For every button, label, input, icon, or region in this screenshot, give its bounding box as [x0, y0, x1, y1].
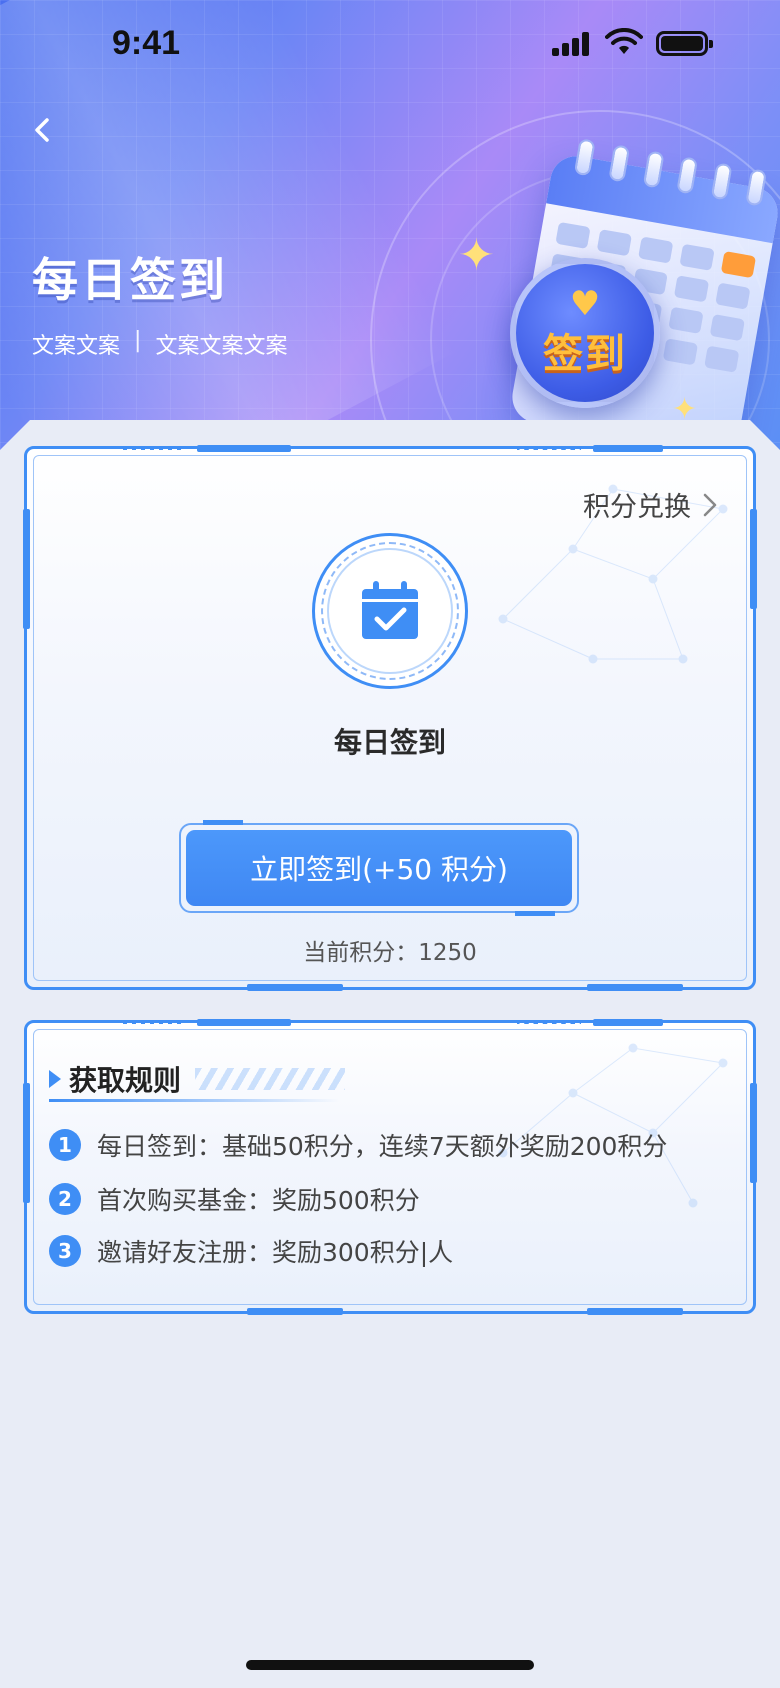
rule-text: 邀请好友注册：奖励300积分|人 [97, 1238, 454, 1267]
subtitle-separator: | [134, 328, 142, 353]
checkin-card-title: 每日签到 [333, 726, 446, 759]
home-indicator[interactable] [246, 1660, 534, 1670]
rule-number: 1 [49, 1129, 81, 1161]
wifi-icon [605, 28, 643, 54]
points-exchange-link[interactable]: 积分兑换 [583, 485, 719, 524]
rule-text: 每日签到：基础50积分，连续7天额外奖励200积分 [97, 1132, 668, 1161]
badge-text: 签到 [543, 331, 627, 377]
back-arrow-icon[interactable] [22, 110, 62, 150]
rule-item: 3 邀请好友注册：奖励300积分|人 [49, 1233, 453, 1269]
hero-banner: 9:41 每日签到 文案文案 | 文案文案文案 ✦ ♥ 签到 ✦ [0, 0, 780, 450]
calendar-illustration: ✦ ♥ 签到 ✦ [450, 138, 780, 450]
subtitle-left: 文案文案 [32, 334, 121, 359]
subtitle-right: 文案文案文案 [155, 334, 288, 359]
page-title: 每日签到 [32, 253, 228, 307]
chevron-right-icon [703, 493, 717, 516]
heading-stripes [195, 1068, 346, 1090]
checkin-now-button[interactable]: 立即签到(+50 积分) [179, 820, 579, 916]
battery-icon [656, 31, 713, 56]
rule-number: 3 [49, 1235, 81, 1267]
rules-underline [49, 1099, 339, 1102]
checkin-emblem [312, 533, 468, 689]
rules-card: 获取规则 1 每日签到：基础50积分，连续7天额外奖励200积分 2 首次购买基… [23, 1019, 757, 1315]
rule-item: 2 首次购买基金：奖励500积分 [49, 1181, 420, 1217]
rule-text: 首次购买基金：奖励500积分 [97, 1186, 420, 1215]
current-points: 当前积分：1250 [303, 940, 477, 966]
checkin-now-button-label: 立即签到(+50 积分) [186, 830, 572, 906]
points-exchange-label: 积分兑换 [583, 492, 691, 523]
heart-icon: ♥ [569, 284, 601, 324]
signal-icon [552, 32, 592, 56]
triangle-marker-icon [49, 1070, 61, 1088]
rules-title: 获取规则 [69, 1064, 182, 1097]
rule-number: 2 [49, 1183, 81, 1215]
rules-heading: 获取规则 [49, 1059, 346, 1099]
status-bar: 9:41 [0, 0, 780, 88]
checkin-badge: ♥ 签到 [510, 258, 660, 408]
sparkle-star-icon: ✦ [458, 230, 495, 281]
hero-subtitle: 文案文案 | 文案文案文案 [32, 328, 287, 360]
rule-item: 1 每日签到：基础50积分，连续7天额外奖励200积分 [49, 1127, 667, 1163]
checkin-card: 积分兑换 每日签到 立即签到(+50 积分) 当前积分：1250 [23, 445, 757, 991]
calendar-check-icon [362, 581, 418, 639]
status-time: 9:41 [112, 24, 181, 62]
